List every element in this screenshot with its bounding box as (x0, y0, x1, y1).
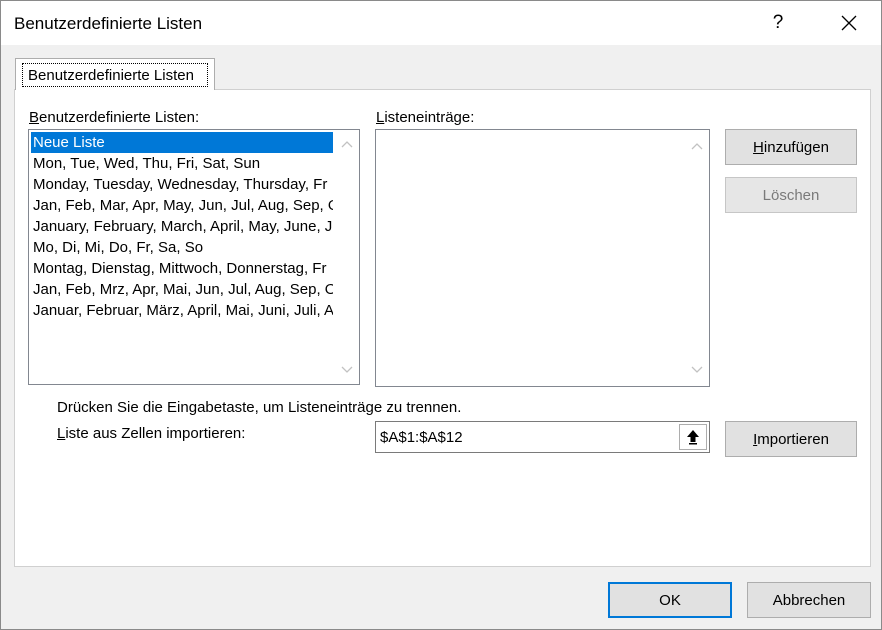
list-item[interactable]: Jan, Feb, Mar, Apr, May, Jun, Jul, Aug, … (31, 195, 333, 216)
close-icon (841, 15, 857, 31)
custom-lists-scrollbar[interactable] (335, 130, 359, 384)
list-entries-scrollbar[interactable] (685, 130, 709, 386)
list-item[interactable]: Mo, Di, Mi, Do, Fr, Sa, So (31, 237, 333, 258)
add-button-text: inzufügen (763, 138, 829, 156)
list-entries-textbox[interactable] (375, 129, 710, 387)
import-button[interactable]: Importieren (725, 421, 857, 457)
list-entries-label-text: isteneinträge: (384, 109, 475, 126)
list-item-new-list[interactable]: Neue Liste (31, 132, 333, 153)
cancel-button[interactable]: Abbrechen (747, 582, 871, 618)
custom-lists-label-mnemonic: B (29, 109, 40, 126)
import-range-label: Liste aus Zellen importieren: (57, 425, 245, 442)
list-item[interactable]: Monday, Tuesday, Wednesday, Thursday, Fr (31, 174, 333, 195)
ok-button[interactable]: OK (608, 582, 732, 618)
tab-custom-lists[interactable]: Benutzerdefinierte Listen (15, 58, 215, 90)
tab-label: Benutzerdefinierte Listen (28, 67, 194, 84)
collapse-dialog-button[interactable] (679, 424, 707, 450)
chevron-down-icon (341, 366, 353, 373)
list-item[interactable]: Montag, Dienstag, Mittwoch, Donnerstag, … (31, 258, 333, 279)
arrow-up-icon (687, 430, 699, 445)
scroll-down-button[interactable] (335, 358, 359, 382)
custom-lists-label-text: enutzerdefinierte Listen: (39, 109, 200, 126)
import-range-input[interactable]: $A$1:$A$12 (375, 421, 710, 453)
close-button[interactable] (827, 1, 871, 45)
list-item[interactable]: Mon, Tue, Wed, Thu, Fri, Sat, Sun (31, 153, 333, 174)
scroll-up-button[interactable] (685, 134, 709, 158)
dialog-title: Benutzerdefinierte Listen (14, 14, 203, 33)
custom-lists-listbox[interactable]: Neue Liste Mon, Tue, Wed, Thu, Fri, Sat,… (28, 129, 360, 385)
help-button[interactable]: ? (756, 1, 800, 45)
import-button-text: mportieren (757, 430, 829, 448)
list-item[interactable]: January, February, March, April, May, Ju… (31, 216, 333, 237)
custom-lists-label: Benutzerdefinierte Listen: (29, 109, 199, 126)
delete-button[interactable]: Löschen (725, 177, 857, 213)
list-item[interactable]: Januar, Februar, März, April, Mai, Juni,… (31, 300, 333, 321)
add-button-mnemonic: H (753, 138, 764, 156)
scroll-down-button[interactable] (685, 358, 709, 382)
scroll-up-button[interactable] (335, 132, 359, 156)
custom-lists-dialog: Benutzerdefinierte Listen ? Benutzerdefi… (0, 0, 882, 630)
import-range-value: $A$1:$A$12 (380, 429, 463, 446)
title-bar: Benutzerdefinierte Listen ? (1, 1, 881, 45)
list-item[interactable]: Jan, Feb, Mrz, Apr, Mai, Jun, Jul, Aug, … (31, 279, 333, 300)
add-button[interactable]: Hinzufügen (725, 129, 857, 165)
chevron-up-icon (341, 141, 353, 148)
chevron-up-icon (691, 143, 703, 150)
chevron-down-icon (691, 366, 703, 373)
separator-hint-text: Drücken Sie die Eingabetaste, um Listene… (57, 399, 462, 416)
import-range-label-text: iste aus Zellen importieren: (65, 425, 246, 442)
list-entries-label: Listeneinträge: (376, 109, 474, 126)
